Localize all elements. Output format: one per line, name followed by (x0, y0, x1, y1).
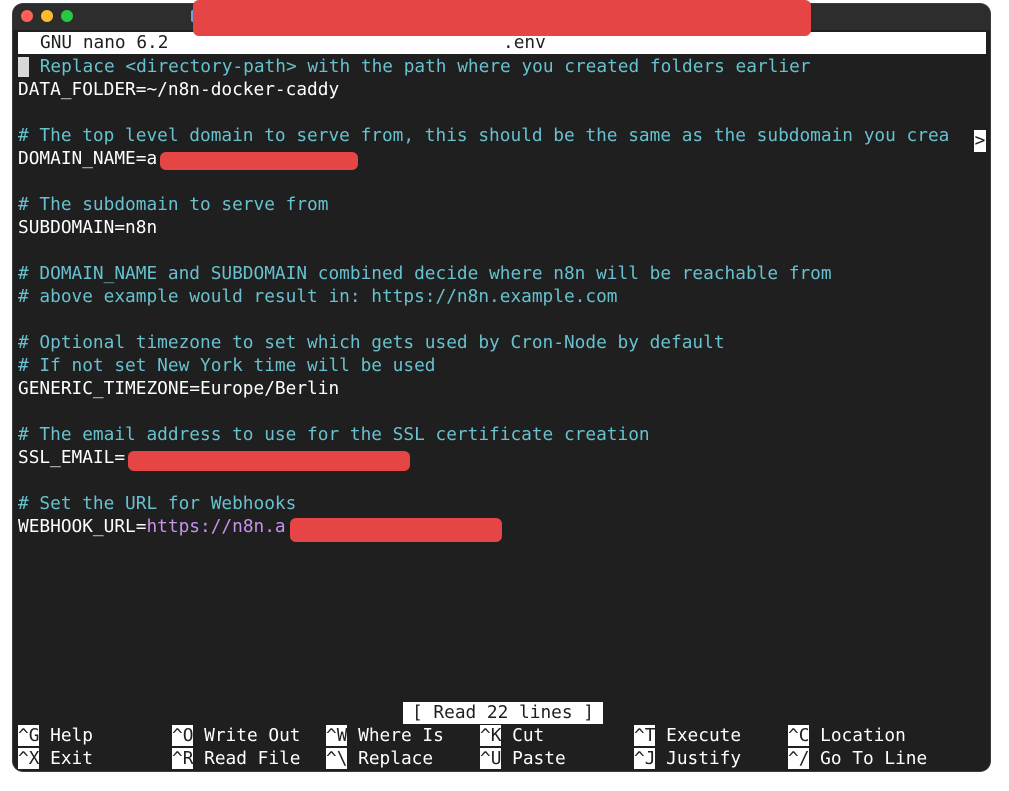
redaction-box (160, 152, 358, 170)
shortcut-execute[interactable]: ^T Execute (634, 725, 741, 747)
comment-line[interactable]: # The top level domain to serve from, th… (18, 125, 949, 147)
subdomain-line[interactable]: SUBDOMAIN=n8n (18, 217, 157, 239)
comment-line[interactable]: # If not set New York time will be used (18, 355, 436, 377)
redaction-box (128, 451, 410, 471)
zoom-window-button[interactable] (61, 10, 73, 22)
text-cursor (18, 57, 29, 77)
comment-line[interactable]: # above example would result in: https:/… (18, 286, 618, 308)
shortcut-paste[interactable]: ^U Paste (480, 748, 566, 770)
data-folder-line[interactable]: DATA_FOLDER=~/n8n-docker-caddy (18, 79, 339, 101)
webhook-url-line[interactable]: WEBHOOK_URL=https://n8n.a (18, 516, 286, 538)
shortcut-cut[interactable]: ^K Cut (480, 725, 544, 747)
terminal-window: GNU nano 6.2 .env Replace <directory-pat… (13, 4, 990, 771)
redaction-box (193, 0, 811, 36)
comment-line[interactable]: # The email address to use for the SSL c… (18, 424, 650, 446)
minimize-window-button[interactable] (41, 10, 53, 22)
timezone-line[interactable]: GENERIC_TIMEZONE=Europe/Berlin (18, 378, 339, 400)
comment-line[interactable]: # DOMAIN_NAME and SUBDOMAIN combined dec… (18, 263, 832, 285)
shortcut-go-to-line[interactable]: ^/ Go To Line (788, 748, 927, 770)
comment-line[interactable]: # The subdomain to serve from (18, 194, 328, 216)
shortcut-write-out[interactable]: ^O Write Out (172, 725, 301, 747)
status-message: [ Read 22 lines ] (403, 702, 603, 724)
ssl-email-line[interactable]: SSL_EMAIL= (18, 447, 125, 469)
shortcut-exit[interactable]: ^X Exit (18, 748, 93, 770)
nano-editor[interactable]: GNU nano 6.2 .env Replace <directory-pat… (18, 32, 986, 770)
shortcut-replace[interactable]: ^\ Replace (326, 748, 433, 770)
comment-line[interactable]: Replace <directory-path> with the path w… (18, 56, 811, 78)
nano-version: GNU nano 6.2 (40, 32, 169, 53)
comment-line[interactable]: # Set the URL for Webhooks (18, 493, 296, 515)
shortcut-justify[interactable]: ^J Justify (634, 748, 741, 770)
redaction-box (290, 518, 502, 542)
comment-line[interactable]: # Optional timezone to set which gets us… (18, 332, 725, 354)
line-overflow-marker: > (974, 130, 986, 152)
shortcut-where-is[interactable]: ^W Where Is (326, 725, 444, 747)
webhook-url-value: https://n8n.a (146, 516, 286, 537)
close-window-button[interactable] (21, 10, 33, 22)
shortcut-read-file[interactable]: ^R Read File (172, 748, 301, 770)
shortcut-location[interactable]: ^C Location (788, 725, 906, 747)
shortcut-help[interactable]: ^G Help (18, 725, 93, 747)
domain-name-line[interactable]: DOMAIN_NAME=a (18, 148, 157, 170)
